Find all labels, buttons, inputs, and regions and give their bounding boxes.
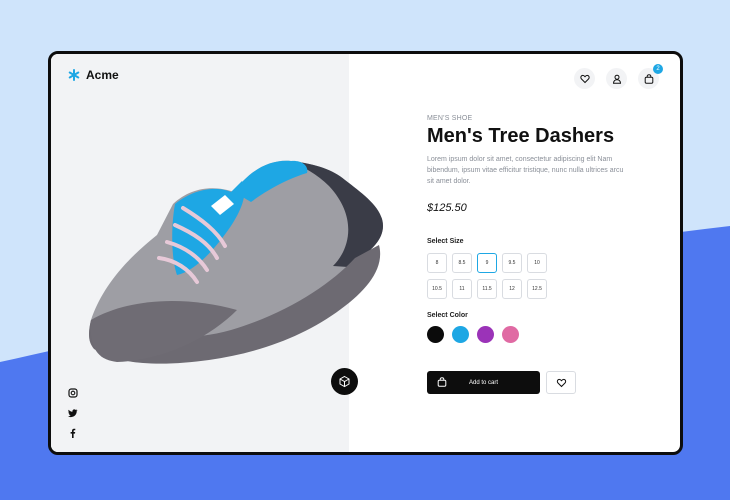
product-details: MEN'S SHOE Men's Tree Dashers Lorem ipsu… [427, 115, 647, 343]
bag-icon [644, 73, 653, 84]
product-description: Lorem ipsum dolor sit amet, consectetur … [427, 156, 624, 185]
brand-name: Acme [86, 68, 119, 82]
shoe-image [89, 160, 384, 364]
product-price: $125.50 [427, 202, 467, 214]
size-option[interactable]: 12.5 [527, 279, 547, 299]
size-label: Select Size [427, 238, 464, 245]
color-label: Select Color [427, 312, 468, 319]
add-to-wishlist-button[interactable] [546, 371, 576, 394]
size-option[interactable]: 12 [502, 279, 522, 299]
wishlist-button[interactable] [574, 68, 595, 89]
size-option[interactable]: 11.5 [477, 279, 497, 299]
size-option[interactable]: 8 [427, 253, 447, 273]
view-3d-button[interactable] [331, 368, 358, 395]
color-swatch-black[interactable] [427, 326, 444, 343]
color-swatch-pink[interactable] [502, 326, 519, 343]
add-to-cart-button[interactable]: Add to cart [427, 371, 540, 394]
heart-icon [556, 378, 566, 387]
color-selector [427, 326, 647, 343]
asterisk-icon [68, 69, 80, 81]
size-option[interactable]: 8.5 [452, 253, 472, 273]
size-option[interactable]: 10.5 [427, 279, 447, 299]
cart-count-badge: 2 [653, 64, 663, 74]
brand-logo[interactable]: Acme [68, 68, 119, 82]
header-actions: 2 [574, 64, 663, 89]
size-selector: 8 8.5 9 9.5 10 10.5 11 11.5 12 12.5 [427, 253, 647, 299]
size-option[interactable]: 11 [452, 279, 472, 299]
twitter-icon[interactable] [68, 408, 78, 418]
cart-button[interactable]: 2 [638, 64, 663, 89]
purchase-actions: Add to cart [427, 371, 576, 394]
heart-icon [579, 74, 590, 83]
size-option[interactable]: 10 [527, 253, 547, 273]
instagram-icon[interactable] [68, 388, 78, 398]
facebook-icon[interactable] [68, 428, 78, 438]
product-window: Acme 2 MEN'S SHOE Men's Tree Dashers Lor… [48, 51, 683, 455]
size-option-selected[interactable]: 9 [477, 253, 497, 273]
account-button[interactable] [606, 68, 627, 89]
user-icon [612, 74, 621, 84]
color-swatch-purple[interactable] [477, 326, 494, 343]
size-option[interactable]: 9.5 [502, 253, 522, 273]
product-category: MEN'S SHOE [427, 115, 473, 122]
product-title: Men's Tree Dashers [427, 125, 615, 147]
color-swatch-blue[interactable] [452, 326, 469, 343]
social-links [68, 388, 78, 438]
cube-icon [339, 375, 350, 388]
bag-icon [437, 377, 447, 387]
